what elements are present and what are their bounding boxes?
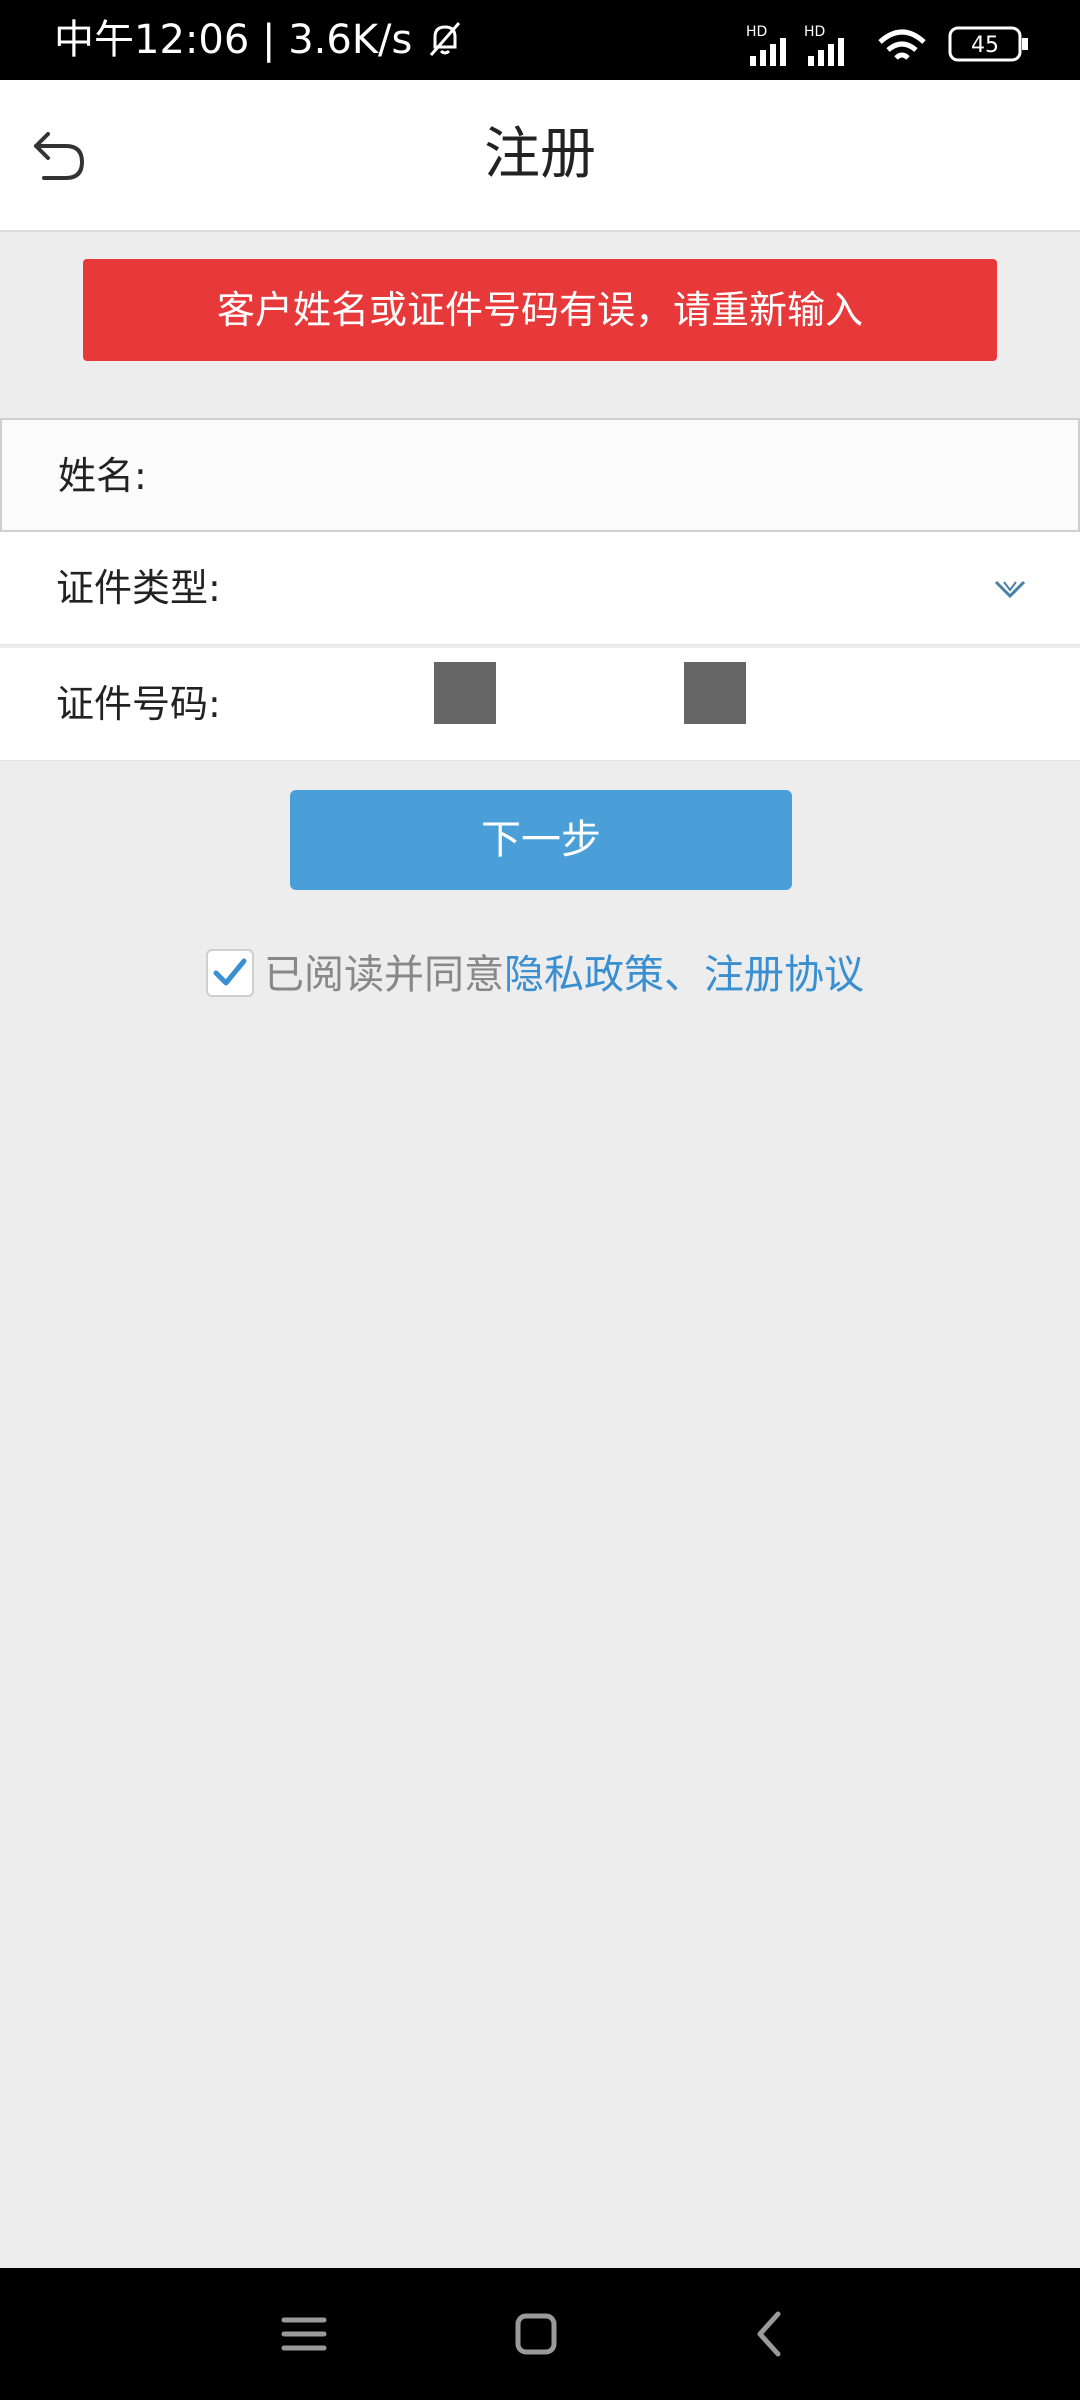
masked-block-2 — [684, 662, 746, 724]
error-banner: 客户姓名或证件号码有误，请重新输入 — [83, 259, 997, 361]
status-icons: HD HD 45 — [740, 0, 1080, 80]
mute-bell-icon — [429, 22, 461, 56]
page-title: 注册 — [484, 122, 596, 187]
back-nav-icon[interactable] — [740, 2304, 800, 2364]
id-number-row: 证件号码: — [0, 648, 1080, 761]
id-number-input[interactable] — [230, 668, 1034, 740]
agreement-prefix: 已阅读并同意 — [264, 952, 504, 998]
signal-icon-2: HD — [804, 24, 844, 66]
policy-links[interactable]: 隐私政策、注册协议 — [504, 952, 864, 998]
id-type-label: 证件类型: — [56, 566, 221, 610]
id-type-row[interactable]: 证件类型: — [0, 532, 1080, 645]
status-left: 中午12:06 | 3.6K/s — [54, 0, 465, 80]
signal-badge-1: HD — [746, 24, 767, 40]
signal-icon-1: HD — [746, 24, 786, 66]
agreement-text: 已阅读并同意隐私政策、注册协议 — [264, 945, 864, 1005]
dropdown-chevron-icon[interactable] — [990, 568, 1030, 608]
wifi-icon — [878, 29, 926, 60]
agreement-checkbox[interactable] — [206, 949, 254, 997]
next-step-button[interactable]: 下一步 — [290, 790, 792, 890]
status-time: 中午12:06 — [54, 17, 250, 63]
masked-block-1 — [434, 662, 496, 724]
signal-badge-2: HD — [804, 24, 825, 40]
name-input[interactable] — [172, 440, 1036, 512]
back-arrow-icon — [34, 132, 85, 180]
name-label: 姓名: — [58, 454, 147, 498]
home-icon[interactable] — [506, 2304, 566, 2364]
id-number-label: 证件号码: — [56, 682, 221, 726]
status-net-speed: 3.6K/s — [288, 17, 413, 63]
battery-level: 45 — [971, 33, 999, 58]
battery-icon: 45 — [948, 26, 1028, 62]
back-button[interactable] — [22, 120, 92, 190]
nav-bar — [0, 2268, 1080, 2400]
title-bar: 注册 — [0, 80, 1080, 232]
checkmark-icon — [213, 958, 247, 986]
status-bar: 中午12:06 | 3.6K/s HD HD 45 — [0, 0, 1080, 80]
menu-icon[interactable] — [274, 2304, 334, 2364]
status-separator: | — [262, 17, 276, 63]
name-row: 姓名: — [0, 418, 1080, 532]
